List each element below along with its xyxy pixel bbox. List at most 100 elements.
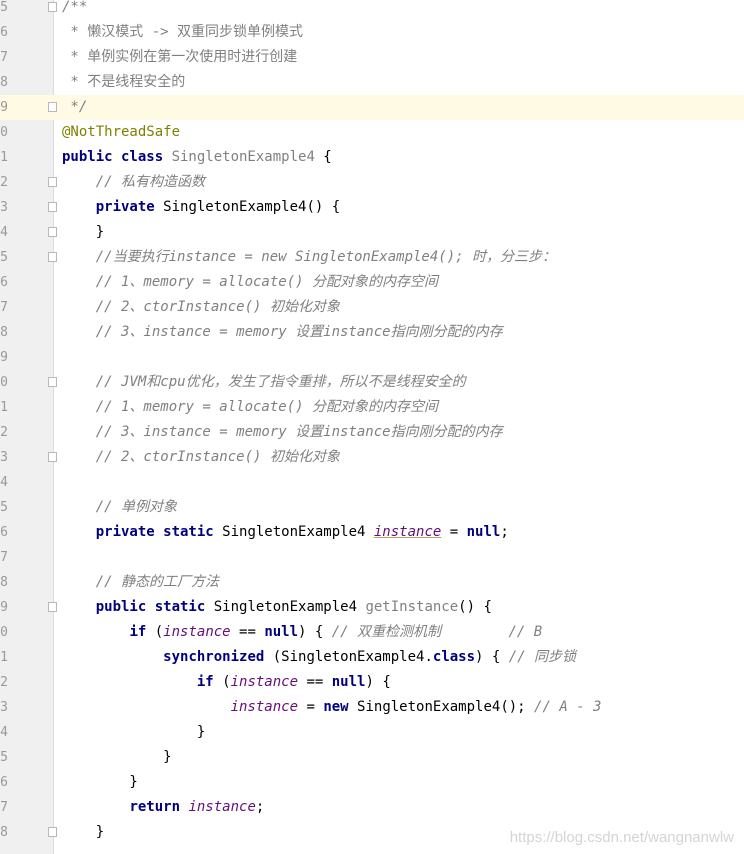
code-token: // 3、instance = memory 设置instance指向刚分配的内…: [95, 324, 503, 340]
code-line[interactable]: 3 instance = new SingletonExample4(); //…: [0, 695, 744, 720]
code-text: instance = new SingletonExample4(); // A…: [62, 695, 602, 720]
code-line[interactable]: 4: [0, 470, 744, 495]
code-token: //当要执行instance = new SingletonExample4()…: [95, 249, 557, 265]
code-token: instance: [230, 699, 299, 715]
code-token: class: [432, 649, 476, 665]
code-text: // 2、ctorInstance() 初始化对象: [62, 295, 340, 320]
code-text: /**: [62, 0, 87, 20]
code-text: }: [62, 770, 138, 795]
code-line[interactable]: 0 // JVM和cpu优化，发生了指令重排，所以不是线程安全的: [0, 370, 744, 395]
code-line[interactable]: 2 if (instance == null) {: [0, 670, 744, 695]
fold-marker-icon[interactable]: [48, 377, 57, 387]
code-line[interactable]: 9 public static SingletonExample4 getIns…: [0, 595, 744, 620]
line-number: 7: [0, 300, 8, 315]
line-number: 5: [0, 0, 8, 15]
code-line[interactable]: 4 }: [0, 720, 744, 745]
line-number: 6: [0, 275, 8, 290]
code-token: // 3、instance = memory 设置instance指向刚分配的内…: [95, 424, 503, 440]
code-line[interactable]: 6 }: [0, 770, 744, 795]
code-token: instance: [230, 674, 299, 690]
code-line[interactable]: 2 // 3、instance = memory 设置instance指向刚分配…: [0, 420, 744, 445]
code-token: /**: [62, 0, 88, 15]
code-token: public class: [62, 149, 172, 165]
fold-marker-icon[interactable]: [48, 827, 57, 837]
code-token: // JVM和cpu优化，发生了指令重排，所以不是线程安全的: [95, 374, 466, 390]
code-token: // A - 3: [534, 699, 602, 715]
code-line[interactable]: 7: [0, 545, 744, 570]
code-line[interactable]: 1 public class SingletonExample4 {: [0, 145, 744, 170]
code-line[interactable]: 5 //当要执行instance = new SingletonExample4…: [0, 245, 744, 270]
code-editor[interactable]: 5/** 6 * 懒汉模式 -> 双重同步锁单例模式 7 * 单例实例在第一次使用时…: [0, 0, 744, 854]
line-number: 7: [0, 800, 8, 815]
code-line[interactable]: 8 // 静态的工厂方法: [0, 570, 744, 595]
watermark-text: https://blog.csdn.net/wangnanwlw: [509, 829, 734, 846]
code-line[interactable]: 5 }: [0, 745, 744, 770]
code-token: ) {: [298, 624, 332, 640]
code-line[interactable]: 6 // 1、memory = allocate() 分配对象的内存空间: [0, 270, 744, 295]
code-token: ) {: [365, 674, 391, 690]
fold-marker-icon[interactable]: [48, 202, 57, 212]
code-line[interactable]: 8 * 不是线程安全的: [0, 70, 744, 95]
fold-marker-icon[interactable]: [48, 227, 57, 237]
line-number: 2: [0, 175, 8, 190]
code-token: SingletonExample4();: [357, 699, 535, 715]
code-line[interactable]: 7 return instance;: [0, 795, 744, 820]
code-token: (SingletonExample4.: [272, 649, 433, 665]
code-line[interactable]: 3 private SingletonExample4() {: [0, 195, 744, 220]
code-line[interactable]: 5 // 单例对象: [0, 495, 744, 520]
fold-marker-icon[interactable]: [48, 252, 57, 262]
code-token: null: [264, 624, 299, 640]
line-number: 4: [0, 725, 8, 740]
code-token: return: [129, 799, 189, 815]
code-token: }: [62, 224, 105, 240]
code-text: // 1、memory = allocate() 分配对象的内存空间: [62, 270, 438, 295]
code-line[interactable]: 2 // 私有构造函数: [0, 170, 744, 195]
line-number: 3: [0, 450, 8, 465]
code-line[interactable]: 7 // 2、ctorInstance() 初始化对象: [0, 295, 744, 320]
code-token: ;: [500, 524, 509, 540]
code-text: * 单例实例在第一次使用时进行创建: [62, 45, 297, 70]
code-text: synchronized (SingletonExample4.class) {…: [62, 645, 576, 670]
code-line[interactable]: 7 * 单例实例在第一次使用时进行创建: [0, 45, 744, 70]
code-text: }: [62, 745, 171, 770]
code-line[interactable]: 6 * 懒汉模式 -> 双重同步锁单例模式: [0, 20, 744, 45]
code-token: public static: [95, 599, 214, 615]
code-line[interactable]: 8 // 3、instance = memory 设置instance指向刚分配…: [0, 320, 744, 345]
line-number: 9: [0, 350, 8, 365]
fold-marker-icon[interactable]: [48, 177, 57, 187]
code-line[interactable]: 6 private static SingletonExample4 insta…: [0, 520, 744, 545]
code-text: private SingletonExample4() {: [62, 195, 340, 220]
line-number: 6: [0, 25, 8, 40]
code-line[interactable]: 5 /**: [0, 0, 744, 20]
line-number: 6: [0, 525, 8, 540]
line-number: 4: [0, 475, 8, 490]
code-line[interactable]: 4 }: [0, 220, 744, 245]
code-line[interactable]: 0 @NotThreadSafe: [0, 120, 744, 145]
code-text: public static SingletonExample4 getInsta…: [62, 595, 492, 620]
code-line[interactable]: 1 synchronized (SingletonExample4.class)…: [0, 645, 744, 670]
fold-marker-icon[interactable]: [48, 602, 57, 612]
code-token: ;: [255, 799, 265, 815]
line-number: 1: [0, 400, 8, 415]
code-token: }: [62, 774, 138, 790]
code-token: new: [323, 699, 358, 715]
fold-marker-icon[interactable]: [48, 452, 57, 462]
code-line[interactable]: 0 if (instance == null) { // 双重检测机制 // B: [0, 620, 744, 645]
fold-marker-icon[interactable]: [48, 102, 57, 112]
fold-marker-icon[interactable]: [48, 2, 57, 12]
code-line[interactable]: 9: [0, 345, 744, 370]
code-line[interactable]: 9 */: [0, 95, 744, 120]
code-text: //当要执行instance = new SingletonExample4()…: [62, 245, 556, 270]
code-text: // 3、instance = memory 设置instance指向刚分配的内…: [62, 320, 503, 345]
code-token: // 2、ctorInstance() 初始化对象: [95, 449, 340, 465]
code-line[interactable]: 1 // 1、memory = allocate() 分配对象的内存空间: [0, 395, 744, 420]
code-line[interactable]: 3 // 2、ctorInstance() 初始化对象: [0, 445, 744, 470]
